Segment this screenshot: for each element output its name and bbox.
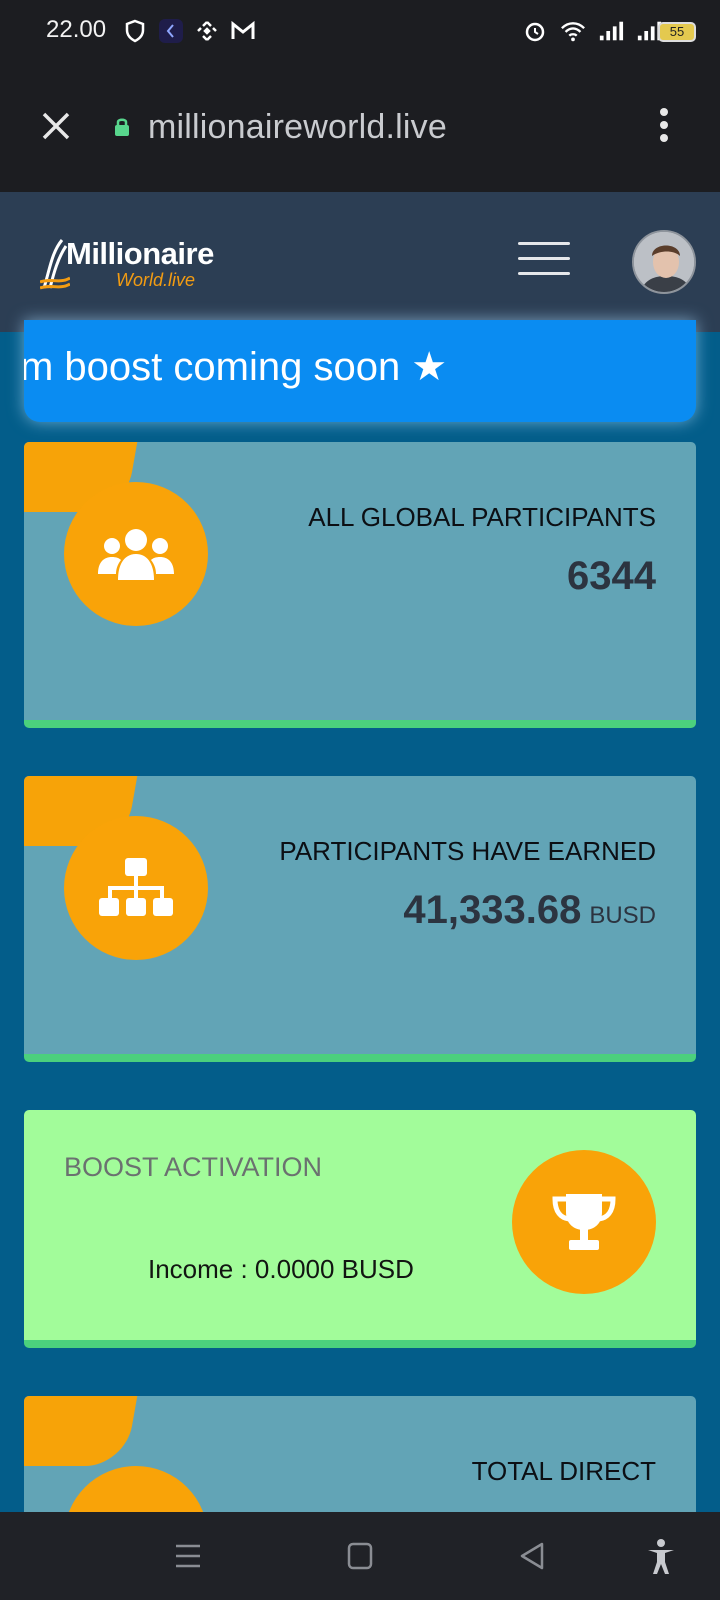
site-header: Millionaire World.live	[0, 192, 720, 332]
back-icon[interactable]	[512, 1538, 552, 1574]
alarm-icon	[522, 18, 548, 44]
card-value: 6344	[567, 554, 656, 599]
avatar[interactable]	[632, 230, 696, 294]
boost-title: BOOST ACTIVATION	[64, 1152, 323, 1182]
card-value-number: 6344	[567, 554, 656, 598]
card-title: TOTAL DIRECT	[471, 1456, 656, 1486]
home-icon[interactable]	[340, 1538, 380, 1574]
boost-activation-card: BOOST ACTIVATION Income : 0.0000 BUSD	[24, 1110, 696, 1348]
card-corner-decoration	[24, 1396, 140, 1466]
stat-card-participants: ALL GLOBAL PARTICIPANTS 6344	[24, 442, 696, 728]
recents-icon[interactable]	[168, 1538, 208, 1574]
card-title: PARTICIPANTS HAVE EARNED	[279, 836, 656, 866]
sitemap-icon	[64, 816, 208, 960]
card-value-unit: BUSD	[589, 902, 656, 929]
status-time: 22.00	[46, 16, 107, 43]
stat-card-earned: PARTICIPANTS HAVE EARNED 41,333.68 BUSD	[24, 776, 696, 1062]
battery-indicator: 55	[658, 22, 696, 42]
accessibility-icon[interactable]	[646, 1538, 686, 1574]
logo-text: Millionaire	[66, 236, 214, 271]
more-options-icon[interactable]	[652, 108, 676, 148]
announcement-ticker: m boost coming soon ★	[24, 320, 696, 422]
system-navigation-bar	[0, 1512, 720, 1600]
trophy-icon	[512, 1150, 656, 1294]
card-value: 41,333.68 BUSD	[403, 888, 656, 933]
binance-icon	[194, 18, 220, 44]
shield-icon	[122, 18, 148, 44]
lock-icon	[113, 116, 131, 138]
card-value-number: 41,333.68	[403, 888, 582, 932]
status-notification-icons	[122, 18, 256, 44]
boost-income: Income : 0.0000 BUSD	[148, 1254, 414, 1284]
wifi-icon	[560, 18, 586, 44]
gmail-icon	[230, 18, 256, 44]
browser-toolbar: millionaireworld.live	[0, 64, 720, 192]
menu-icon[interactable]	[518, 242, 570, 278]
users-icon	[64, 482, 208, 626]
status-bar: 22.00 55	[0, 0, 720, 64]
signal-icon	[598, 18, 624, 44]
site-logo[interactable]: Millionaire World.live	[40, 236, 240, 292]
status-system-icons	[522, 18, 662, 44]
app-notification-icon	[158, 18, 184, 44]
close-icon[interactable]	[36, 106, 76, 146]
logo-subtext: World.live	[116, 270, 196, 290]
card-title: ALL GLOBAL PARTICIPANTS	[308, 502, 656, 532]
url-field[interactable]: millionaireworld.live	[148, 108, 447, 147]
ticker-text: m boost coming soon ★	[24, 345, 448, 389]
